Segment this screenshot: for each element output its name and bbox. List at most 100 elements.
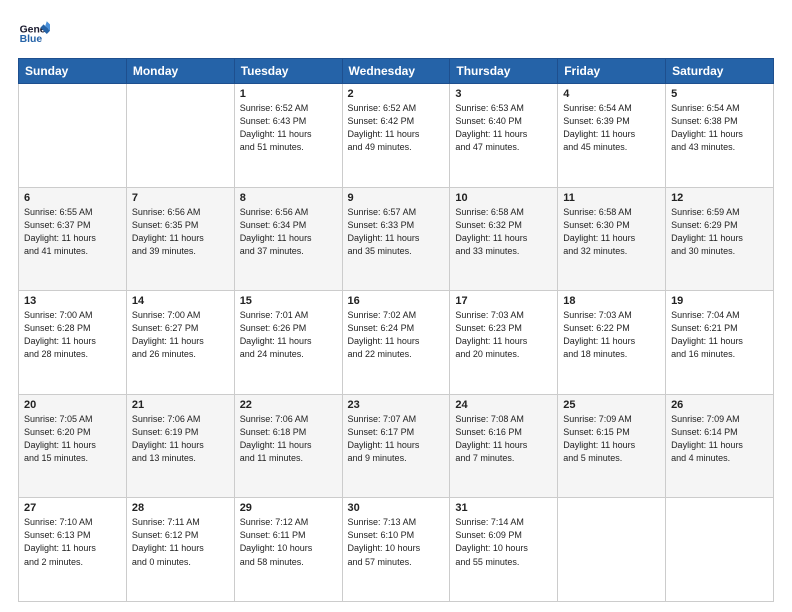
day-info: Sunrise: 6:53 AM Sunset: 6:40 PM Dayligh… [455,102,552,154]
day-info: Sunrise: 7:03 AM Sunset: 6:22 PM Dayligh… [563,309,660,361]
calendar-cell: 25 Sunrise: 7:09 AM Sunset: 6:15 PM Dayli… [558,394,666,498]
calendar-cell: 23Sunrise: 7:07 AM Sunset: 6:17 PM Dayli… [342,394,450,498]
day-info: Sunrise: 7:14 AM Sunset: 6:09 PM Dayligh… [455,516,552,568]
calendar-week-3: 13 Sunrise: 7:00 AM Sunset: 6:28 PM Dayli… [19,291,774,395]
day-info: Sunrise: 7:09 AM Sunset: 6:15 PM Dayligh… [563,413,660,465]
day-info: Sunrise: 7:13 AM Sunset: 6:10 PM Dayligh… [348,516,445,568]
day-number: 19 [671,295,768,307]
day-info: Sunrise: 6:55 AM Sunset: 6:37 PM Dayligh… [24,206,121,258]
calendar-table: SundayMondayTuesdayWednesdayThursdayFrid… [18,58,774,602]
day-number: 26 [671,399,768,411]
calendar-cell: 27 Sunrise: 7:10 AM Sunset: 6:13 PM Dayli… [19,498,127,602]
calendar-cell: 4 Sunrise: 6:54 AM Sunset: 6:39 PM Daylig… [558,84,666,188]
calendar-cell: 20 Sunrise: 7:05 AM Sunset: 6:20 PM Dayli… [19,394,127,498]
day-header-wednesday: Wednesday [342,59,450,84]
calendar-cell: 13 Sunrise: 7:00 AM Sunset: 6:28 PM Dayli… [19,291,127,395]
calendar-cell: 30 Sunrise: 7:13 AM Sunset: 6:10 PM Dayli… [342,498,450,602]
day-header-friday: Friday [558,59,666,84]
day-number: 5 [671,88,768,100]
day-info: Sunrise: 7:09 AM Sunset: 6:14 PM Dayligh… [671,413,768,465]
day-number: 25 [563,399,660,411]
calendar-week-1: 1 Sunrise: 6:52 AM Sunset: 6:43 PM Daylig… [19,84,774,188]
calendar-cell [666,498,774,602]
svg-text:Blue: Blue [20,34,43,45]
day-info: Sunrise: 7:10 AM Sunset: 6:13 PM Dayligh… [24,516,121,568]
day-info: Sunrise: 6:56 AM Sunset: 6:35 PM Dayligh… [132,206,229,258]
page: General Blue SundayMondayTuesdayWednesda… [0,0,792,612]
calendar-cell: 29 Sunrise: 7:12 AM Sunset: 6:11 PM Dayli… [234,498,342,602]
calendar-cell: 24Sunrise: 7:08 AM Sunset: 6:16 PM Dayli… [450,394,558,498]
logo: General Blue [18,18,50,50]
day-info: Sunrise: 6:58 AM Sunset: 6:32 PM Dayligh… [455,206,552,258]
calendar-cell: 26 Sunrise: 7:09 AM Sunset: 6:14 PM Dayli… [666,394,774,498]
day-info: Sunrise: 7:00 AM Sunset: 6:27 PM Dayligh… [132,309,229,361]
day-number: 3 [455,88,552,100]
day-info: Sunrise: 7:11 AM Sunset: 6:12 PM Dayligh… [132,516,229,568]
day-number: 31 [455,502,552,514]
day-info: Sunrise: 7:02 AM Sunset: 6:24 PM Dayligh… [348,309,445,361]
day-number: 15 [240,295,337,307]
day-info: Sunrise: 7:00 AM Sunset: 6:28 PM Dayligh… [24,309,121,361]
day-info: Sunrise: 7:01 AM Sunset: 6:26 PM Dayligh… [240,309,337,361]
day-number: 30 [348,502,445,514]
calendar-cell: 5 Sunrise: 6:54 AM Sunset: 6:38 PM Daylig… [666,84,774,188]
calendar-cell: 15 Sunrise: 7:01 AM Sunset: 6:26 PM Dayli… [234,291,342,395]
day-number: 29 [240,502,337,514]
calendar-cell: 3 Sunrise: 6:53 AM Sunset: 6:40 PM Daylig… [450,84,558,188]
calendar-week-5: 27 Sunrise: 7:10 AM Sunset: 6:13 PM Dayli… [19,498,774,602]
day-info: Sunrise: 6:54 AM Sunset: 6:39 PM Dayligh… [563,102,660,154]
day-info: Sunrise: 6:52 AM Sunset: 6:43 PM Dayligh… [240,102,337,154]
day-info: Sunrise: 6:56 AM Sunset: 6:34 PM Dayligh… [240,206,337,258]
day-number: 11 [563,192,660,204]
day-number: 7 [132,192,229,204]
calendar-cell [126,84,234,188]
day-info: Sunrise: 7:03 AM Sunset: 6:23 PM Dayligh… [455,309,552,361]
day-number: 27 [24,502,121,514]
day-info: Sunrise: 6:57 AM Sunset: 6:33 PM Dayligh… [348,206,445,258]
calendar-cell: 19 Sunrise: 7:04 AM Sunset: 6:21 PM Dayli… [666,291,774,395]
day-info: Sunrise: 6:52 AM Sunset: 6:42 PM Dayligh… [348,102,445,154]
calendar-cell: 12 Sunrise: 6:59 AM Sunset: 6:29 PM Dayli… [666,187,774,291]
day-number: 20 [24,399,121,411]
day-number: 8 [240,192,337,204]
calendar-cell: 17 Sunrise: 7:03 AM Sunset: 6:23 PM Dayli… [450,291,558,395]
calendar-cell: 1 Sunrise: 6:52 AM Sunset: 6:43 PM Daylig… [234,84,342,188]
calendar-cell: 22 Sunrise: 7:06 AM Sunset: 6:18 PM Dayli… [234,394,342,498]
calendar-cell: 2 Sunrise: 6:52 AM Sunset: 6:42 PM Daylig… [342,84,450,188]
calendar-cell: 9 Sunrise: 6:57 AM Sunset: 6:33 PM Daylig… [342,187,450,291]
calendar-week-4: 20 Sunrise: 7:05 AM Sunset: 6:20 PM Dayli… [19,394,774,498]
day-number: 22 [240,399,337,411]
calendar-cell: 11Sunrise: 6:58 AM Sunset: 6:30 PM Dayli… [558,187,666,291]
day-info: Sunrise: 7:12 AM Sunset: 6:11 PM Dayligh… [240,516,337,568]
day-number: 13 [24,295,121,307]
day-info: Sunrise: 7:05 AM Sunset: 6:20 PM Dayligh… [24,413,121,465]
day-header-monday: Monday [126,59,234,84]
calendar-cell: 7 Sunrise: 6:56 AM Sunset: 6:35 PM Daylig… [126,187,234,291]
day-info: Sunrise: 7:04 AM Sunset: 6:21 PM Dayligh… [671,309,768,361]
day-number: 17 [455,295,552,307]
day-info: Sunrise: 6:54 AM Sunset: 6:38 PM Dayligh… [671,102,768,154]
day-number: 4 [563,88,660,100]
day-number: 23 [348,399,445,411]
day-number: 2 [348,88,445,100]
day-number: 1 [240,88,337,100]
calendar-cell: 31 Sunrise: 7:14 AM Sunset: 6:09 PM Dayli… [450,498,558,602]
day-number: 18 [563,295,660,307]
logo-icon: General Blue [18,18,50,50]
calendar-cell: 16 Sunrise: 7:02 AM Sunset: 6:24 PM Dayli… [342,291,450,395]
calendar-cell: 28Sunrise: 7:11 AM Sunset: 6:12 PM Dayli… [126,498,234,602]
calendar-header-row: SundayMondayTuesdayWednesdayThursdayFrid… [19,59,774,84]
day-number: 12 [671,192,768,204]
day-info: Sunrise: 7:06 AM Sunset: 6:18 PM Dayligh… [240,413,337,465]
day-number: 16 [348,295,445,307]
calendar-cell: 21Sunrise: 7:06 AM Sunset: 6:19 PM Dayli… [126,394,234,498]
day-header-tuesday: Tuesday [234,59,342,84]
header: General Blue [18,18,774,50]
day-number: 14 [132,295,229,307]
calendar-cell: 8 Sunrise: 6:56 AM Sunset: 6:34 PM Daylig… [234,187,342,291]
day-info: Sunrise: 6:59 AM Sunset: 6:29 PM Dayligh… [671,206,768,258]
calendar-cell: 18 Sunrise: 7:03 AM Sunset: 6:22 PM Dayli… [558,291,666,395]
day-info: Sunrise: 7:08 AM Sunset: 6:16 PM Dayligh… [455,413,552,465]
day-number: 9 [348,192,445,204]
day-number: 21 [132,399,229,411]
